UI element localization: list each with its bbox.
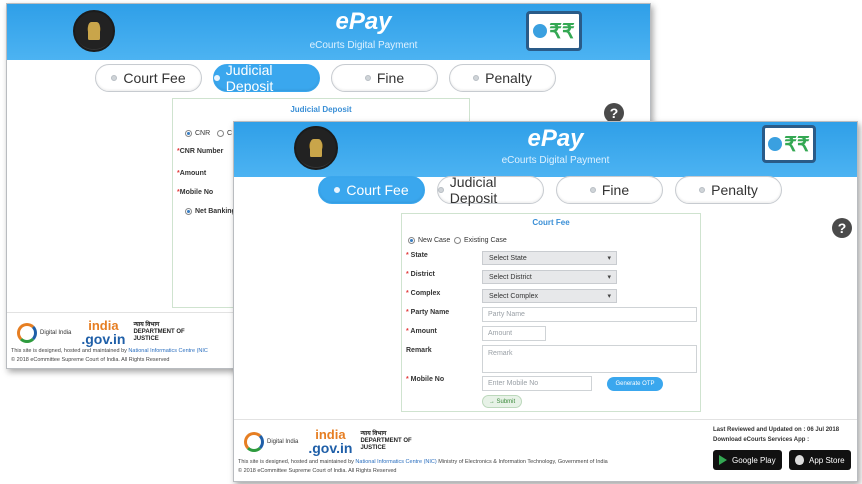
- radio-button: [185, 130, 192, 137]
- form-title: Court Fee: [532, 218, 570, 227]
- tab-judicial-deposit[interactable]: Judicial Deposit: [437, 174, 544, 206]
- download-app-label: Download eCourts Services App :: [713, 437, 810, 443]
- tab-fine[interactable]: Fine: [556, 176, 663, 204]
- footer-credit: This site is designed, hosted and mainta…: [11, 348, 208, 354]
- radio-button: [408, 237, 415, 244]
- chevron-down-icon: ▾: [607, 255, 611, 262]
- amount-label: *Amount: [177, 170, 207, 177]
- radio-cnr[interactable]: CNR: [185, 130, 210, 137]
- footer-copyright: © 2018 eCommittee Supreme Court of India…: [11, 357, 170, 363]
- chevron-down-icon: ▾: [607, 274, 611, 281]
- remark-label: Remark: [406, 347, 432, 354]
- court-fee-form: Court Fee New Case Existing Case * State…: [401, 213, 701, 412]
- help-icon[interactable]: ?: [832, 218, 852, 238]
- rupee-icon: ₹₹: [784, 133, 810, 156]
- payment-tabs: Court Fee Judicial Deposit Fine Penalty: [318, 174, 794, 206]
- remark-textarea[interactable]: Remark: [482, 345, 697, 373]
- tab-label: Court Fee: [346, 182, 409, 198]
- radio-dot-icon: [589, 187, 596, 193]
- party-name-input[interactable]: Party Name: [482, 307, 697, 322]
- chevron-down-icon: ▾: [607, 293, 611, 300]
- india-gov-logo[interactable]: india .gov.in: [308, 428, 352, 455]
- radio-dot-icon: [364, 75, 371, 81]
- footer-logos: Digital India india .gov.in न्याय विभाग DE…: [244, 428, 412, 455]
- district-label: * District: [406, 271, 435, 278]
- digital-india-logo[interactable]: Digital India: [17, 322, 71, 343]
- doj-logo[interactable]: न्याय विभाग DEPARTMENT OF JUSTICE: [360, 431, 411, 453]
- radio-label: New Case: [418, 237, 451, 244]
- doj-logo[interactable]: न्याय विभाग DEPARTMENT OF JUSTICE: [133, 322, 184, 344]
- india-gov-logo[interactable]: india .gov.in: [81, 319, 125, 346]
- footer-logos: Digital India india .gov.in न्याय विभाग DE…: [17, 319, 185, 346]
- footer-copyright: © 2018 eCommittee Supreme Court of India…: [238, 468, 397, 474]
- radio-other[interactable]: C: [217, 130, 232, 137]
- amount-label: * Amount: [406, 328, 437, 335]
- digital-india-logo[interactable]: Digital India: [244, 431, 298, 452]
- state-label: * State: [406, 252, 428, 259]
- submit-button[interactable]: → Submit: [482, 395, 522, 408]
- radio-label: CNR: [195, 130, 211, 137]
- tab-judicial-deposit[interactable]: Judicial Deposit: [213, 62, 320, 94]
- radio-button: [185, 208, 192, 215]
- radio-existing-case[interactable]: Existing Case: [454, 237, 507, 244]
- radio-dot-icon: [214, 75, 220, 81]
- tab-label: Penalty: [711, 182, 758, 198]
- apple-icon: [795, 455, 804, 465]
- payment-tabs: Court Fee Judicial Deposit Fine Penalty: [95, 62, 567, 94]
- mobile-label: *Mobile No: [177, 189, 214, 196]
- help-icon[interactable]: ?: [604, 103, 624, 123]
- state-select[interactable]: Select State ▾: [482, 251, 617, 265]
- nic-link[interactable]: National Informatics Centre (NIC: [128, 348, 207, 354]
- tab-label: Fine: [376, 70, 405, 86]
- complex-label: * Complex: [406, 290, 441, 297]
- mobile-label: * Mobile No: [406, 376, 445, 383]
- tab-label: Penalty: [485, 70, 532, 86]
- form-title: Judicial Deposit: [290, 105, 352, 114]
- radio-dot-icon: [111, 75, 118, 81]
- mobile-input[interactable]: Enter Mobile No: [482, 376, 592, 391]
- tab-penalty[interactable]: Penalty: [449, 64, 556, 92]
- radio-label: Existing Case: [464, 237, 507, 244]
- radio-button: [454, 237, 461, 244]
- tab-fine[interactable]: Fine: [331, 64, 438, 92]
- footer-credit: This site is designed, hosted and mainta…: [238, 459, 608, 465]
- payment-icon: ₹₹: [526, 11, 582, 51]
- hand-icon: [768, 137, 783, 151]
- app-store-button[interactable]: App Store: [789, 450, 851, 470]
- last-updated: Last Reviewed and Updated on : 06 Jul 20…: [713, 427, 840, 433]
- tab-label: Judicial Deposit: [225, 62, 274, 94]
- header: ePay eCourts Digital Payment ₹₹: [234, 122, 857, 177]
- tab-court-fee[interactable]: Court Fee: [95, 64, 202, 92]
- nic-link[interactable]: National Informatics Centre (NIC): [355, 459, 436, 465]
- party-name-label: * Party Name: [406, 309, 450, 316]
- tab-penalty[interactable]: Penalty: [675, 176, 782, 204]
- google-play-button[interactable]: Google Play: [713, 450, 782, 470]
- footer: Digital India india .gov.in न्याय विभाग DE…: [234, 419, 857, 481]
- rupee-icon: ₹₹: [549, 20, 575, 43]
- district-select[interactable]: Select District ▾: [482, 270, 617, 284]
- tab-label: Fine: [601, 182, 630, 198]
- hand-icon: [533, 24, 548, 38]
- front-window: ePay eCourts Digital Payment ₹₹ Court Fe…: [233, 121, 858, 482]
- generate-otp-button[interactable]: Generate OTP: [607, 377, 663, 391]
- radio-net-banking[interactable]: Net Banking: [185, 208, 236, 215]
- radio-dot-icon: [699, 187, 706, 193]
- google-play-icon: [719, 455, 727, 465]
- radio-new-case[interactable]: New Case: [408, 237, 450, 244]
- radio-button: [217, 130, 224, 137]
- cnr-number-label: *CNR Number: [177, 148, 224, 155]
- radio-label: Net Banking: [195, 208, 236, 215]
- tab-court-fee[interactable]: Court Fee: [318, 176, 425, 204]
- complex-select[interactable]: Select Complex ▾: [482, 289, 617, 303]
- tab-label: Court Fee: [123, 70, 186, 86]
- radio-dot-icon: [438, 187, 444, 193]
- radio-label: C: [227, 130, 233, 137]
- radio-dot-icon: [334, 187, 341, 193]
- tab-label: Judicial Deposit: [449, 174, 498, 206]
- header: ePay eCourts Digital Payment ₹₹: [7, 4, 650, 60]
- amount-input[interactable]: Amount: [482, 326, 546, 341]
- payment-icon: ₹₹: [762, 125, 816, 163]
- radio-dot-icon: [473, 75, 480, 81]
